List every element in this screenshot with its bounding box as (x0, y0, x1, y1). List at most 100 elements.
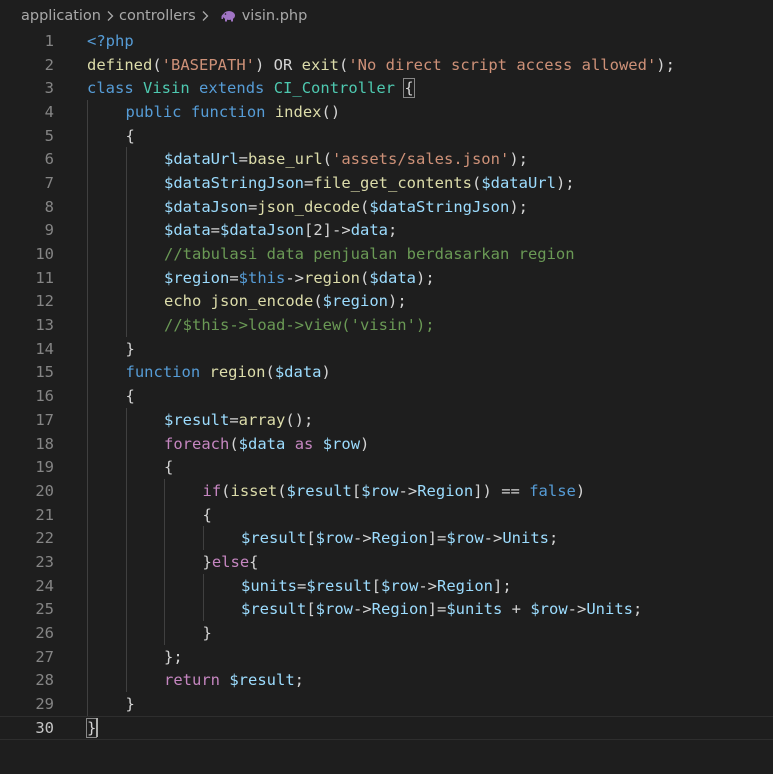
code-token: ( (471, 173, 482, 192)
code-line[interactable]: 1 <?php (0, 29, 773, 53)
code-token: } (202, 624, 212, 643)
code-token: -> (285, 268, 305, 287)
indent-guide (202, 597, 204, 622)
code-line[interactable]: 22 $result[$row -> Region]= $row -> Units; (0, 526, 773, 551)
code-token: ( (152, 55, 162, 74)
line-number: 18 (35, 434, 54, 453)
indent-guide (125, 573, 127, 598)
code-text: public function index() (126, 100, 341, 124)
code-line[interactable]: 23 } else{ (0, 550, 773, 574)
code-line[interactable]: 28 return $result; (0, 668, 773, 693)
code-lines[interactable]: 1 <?php 2 defined('BASEPATH') OR exit('No d… (0, 29, 773, 740)
indent-guide (87, 384, 88, 408)
code-token: json_encode (210, 292, 314, 311)
indent-guide (87, 360, 88, 385)
code-line[interactable]: 11 $region = $this -> region($data); (0, 265, 773, 290)
code-token: { (125, 126, 135, 145)
code-editor[interactable]: application controllers visin.php 1 <?php… (0, 0, 773, 774)
code-text: } else{ (203, 550, 259, 574)
code-token: $row (530, 600, 568, 619)
code-token: $result (164, 410, 230, 429)
line-number: 20 (35, 481, 54, 500)
line-number: 29 (35, 695, 54, 714)
code-line[interactable]: 29} (0, 692, 773, 716)
code-line[interactable]: 10 //tabulasi data penjualan berdasarkan … (0, 242, 773, 266)
code-token: json_decode (257, 197, 360, 216)
code-token: [ (306, 529, 316, 548)
indent-guide (164, 597, 165, 622)
indent-guide (125, 313, 127, 337)
code-token: 'BASEPATH' (161, 55, 255, 74)
code-line[interactable]: 12 echo json_encode($region); (0, 289, 773, 314)
code-token: ( (265, 363, 275, 382)
code-token: (); (285, 410, 314, 429)
code-line[interactable]: 17 $result = array (); (0, 408, 773, 432)
code-text: defined('BASEPATH') OR exit('No direct s… (87, 53, 675, 77)
code-line[interactable]: 18 foreach($data as $row) (0, 431, 773, 456)
code-line[interactable]: 7 $dataStringJson = file_get_contents($data… (0, 171, 773, 195)
line-number: 23 (35, 552, 54, 571)
matched-bracket: { (403, 78, 415, 99)
code-token: ; (633, 600, 643, 619)
breadcrumb-file-visin[interactable]: visin.php (242, 8, 308, 24)
code-text: //tabulasi data penjualan berdasarkan re… (164, 242, 575, 266)
indent-guide (87, 242, 88, 266)
indent-guide (164, 621, 165, 645)
code-line[interactable]: 19 { (0, 455, 773, 480)
code-token: ( (360, 268, 370, 287)
breadcrumb: application controllers visin.php (0, 0, 773, 32)
code-token: -> (418, 576, 438, 595)
code-text: } (126, 337, 135, 361)
code-line[interactable]: 16 { (0, 384, 773, 408)
code-token: ; (294, 671, 305, 690)
code-line[interactable]: 30} (0, 716, 773, 740)
code-token: Units (586, 600, 634, 619)
indent-guide (87, 408, 88, 432)
code-token: -> (567, 600, 587, 619)
code-line[interactable]: 4 public function index() (0, 100, 773, 124)
code-line[interactable]: 27}; (0, 644, 773, 669)
code-line[interactable]: 20 if(isset($result[$row -> Region]) == fal… (0, 479, 773, 503)
indent-guide (125, 289, 127, 314)
code-token: Visin (143, 79, 190, 98)
text-cursor (96, 718, 99, 738)
code-line[interactable]: 14} (0, 336, 773, 361)
code-line[interactable]: 5{ (0, 123, 773, 148)
code-token: $result (286, 481, 352, 500)
code-line[interactable]: 15 function region($data) (0, 360, 773, 385)
code-line[interactable]: 25 $result[$row -> Region]= $units + $row -> U… (0, 597, 773, 622)
code-token: [ (371, 576, 382, 595)
code-line[interactable]: 8 $dataJson = json_decode($dataStringJson); (0, 194, 773, 219)
code-line[interactable]: 21 { (0, 502, 773, 527)
code-token: isset (230, 481, 278, 500)
code-line[interactable]: 24 $units = $result[$row -> Region]; (0, 573, 773, 598)
breadcrumb-folder-controllers[interactable]: controllers (119, 8, 196, 24)
code-text: { (126, 384, 135, 408)
breadcrumb-folder-application[interactable]: application (21, 8, 101, 24)
code-text: $units = $result[$row -> Region]; (241, 574, 512, 598)
code-text: if(isset($result[$row -> Region]) == false… (203, 479, 586, 503)
code-line[interactable]: 2 defined('BASEPATH') OR exit('No direct … (0, 53, 773, 77)
code-line[interactable]: 26} (0, 621, 773, 645)
line-number: 27 (35, 647, 54, 666)
indent-guide (125, 550, 127, 574)
code-token: ; (549, 529, 559, 548)
indent-guide (87, 526, 88, 551)
indent-guide (87, 336, 88, 361)
code-line[interactable]: 6 $dataUrl = base_url('assets/sales.json'); (0, 147, 773, 172)
code-line[interactable]: 13 //$this->load->view('visin'); (0, 313, 773, 337)
code-token: } (125, 695, 135, 714)
indent-guide (125, 431, 127, 456)
code-line[interactable]: 9 $data = $dataJson [2]-> data; (0, 218, 773, 243)
code-text: $region = $this -> region($data); (164, 266, 435, 290)
code-line[interactable]: 3 class Visin extends CI_Controller { (0, 76, 773, 100)
php-elephant-icon (220, 10, 236, 22)
code-token: file_get_contents (313, 173, 472, 192)
indent-guide (125, 408, 127, 432)
indent-guide (87, 479, 88, 503)
